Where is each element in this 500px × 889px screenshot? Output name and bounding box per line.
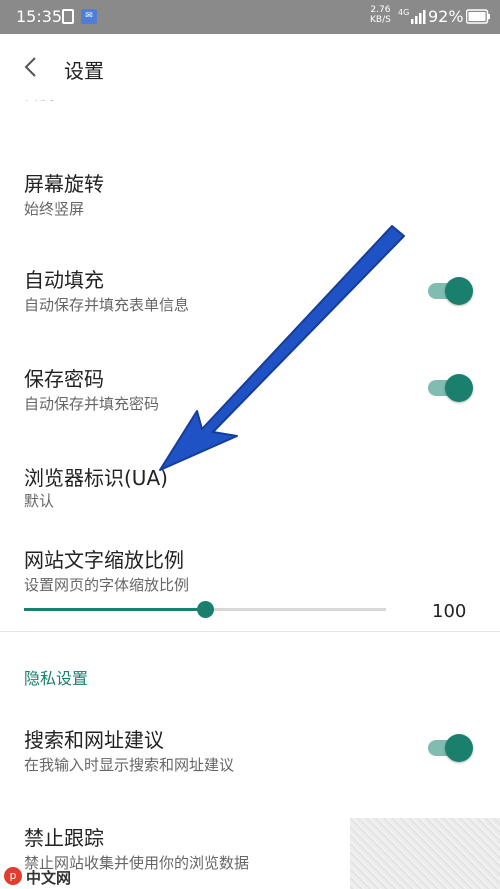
app-bar: 设置 [0,34,500,100]
setting-subtitle: 始终竖屏 [24,200,85,218]
status-time: 15:35 [16,7,63,26]
setting-save-password[interactable]: 保存密码 自动保存并填充密码 [0,355,500,425]
setting-subtitle: 自动保存并填充密码 [24,395,160,413]
cutoff-setting-text: 白度 [24,100,54,103]
setting-subtitle: 设置网页的字体缩放比例 [24,576,190,594]
setting-subtitle: 在我输入时显示搜索和网址建议 [24,756,235,774]
network-type: 4G [398,8,410,17]
setting-user-agent[interactable]: 浏览器标识(UA) 默认 [0,454,500,518]
battery-percent: 92% [428,7,464,26]
battery-icon [466,9,490,24]
text-zoom-slider[interactable] [24,598,386,622]
network-speed-value: 2.76 [370,5,391,15]
watermark-text: 中文网 [26,869,72,887]
cutoff-setting-subtitle: 白度 [24,100,224,120]
toggle-knob [445,374,473,402]
setting-autofill[interactable]: 自动填充 自动保存并填充表单信息 [0,256,500,326]
toggle-knob [445,734,473,762]
setting-title: 浏览器标识(UA) [24,466,168,490]
text-zoom-value: 100 [432,601,467,622]
section-divider [0,631,500,632]
setting-title: 禁止跟踪 [24,826,104,850]
save-password-toggle[interactable] [426,374,473,402]
app-notification-icon: ✉ [81,9,97,24]
back-icon[interactable] [20,55,42,79]
setting-title: 搜索和网址建议 [24,728,164,752]
toggle-knob [445,277,473,305]
php-logo-icon: p [4,867,22,885]
setting-subtitle: 自动保存并填充表单信息 [24,296,190,314]
watermark-noise [350,818,500,889]
privacy-section-header: 隐私设置 [24,669,89,688]
screen: 15:35 ✉ 2.76 KB/S 4G 92% 设置 白度 屏幕 [0,0,500,889]
vibrate-icon [62,9,74,24]
network-speed-unit: KB/S [370,15,391,25]
setting-text-zoom: 网站文字缩放比例 设置网页的字体缩放比例 [0,538,500,598]
watermark: p 中文网 [4,866,124,887]
slider-thumb[interactable] [197,601,214,618]
setting-search-suggestions[interactable]: 搜索和网址建议 在我输入时显示搜索和网址建议 [0,718,500,782]
signal-icon [411,10,426,24]
setting-title: 网站文字缩放比例 [24,548,184,572]
slider-fill [24,608,205,611]
setting-subtitle: 默认 [24,492,55,510]
status-bar: 15:35 ✉ 2.76 KB/S 4G 92% [0,0,500,34]
setting-title: 自动填充 [24,268,104,292]
search-suggestions-toggle[interactable] [426,734,473,762]
setting-title: 保存密码 [24,367,104,391]
autofill-toggle[interactable] [426,277,473,305]
setting-screen-rotation[interactable]: 屏幕旋转 始终竖屏 [0,160,500,230]
network-speed: 2.76 KB/S [370,5,391,25]
page-title: 设置 [64,59,104,83]
setting-title: 屏幕旋转 [24,172,104,196]
